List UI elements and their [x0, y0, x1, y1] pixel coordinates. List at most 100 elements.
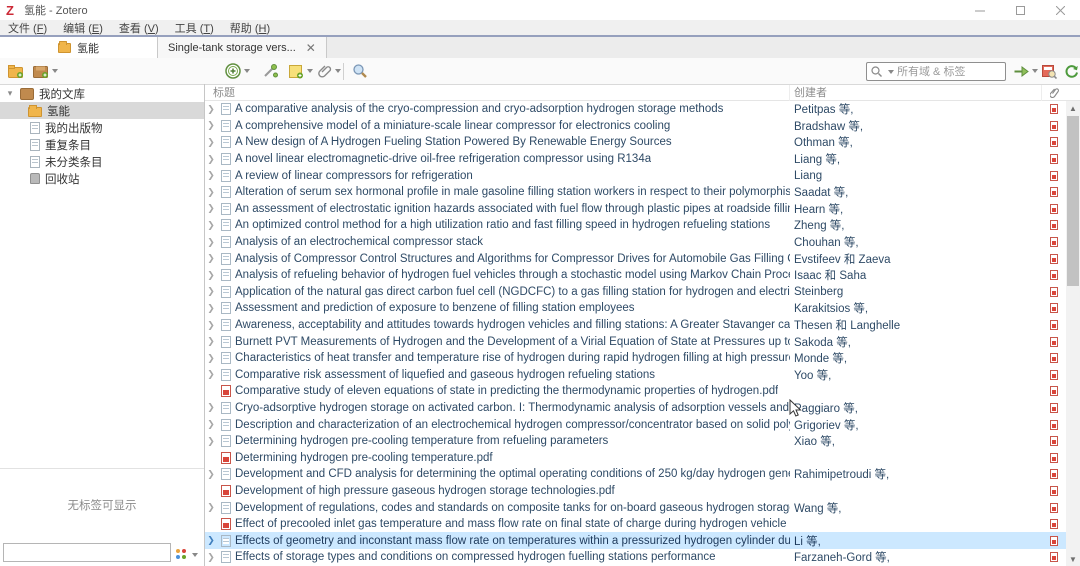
item-row[interactable]: ❯ Effects of storage types and condition… — [205, 549, 1080, 566]
menu-item[interactable]: 帮助 (H) — [222, 20, 278, 36]
item-row[interactable]: ❯ Assessment and prediction of exposure … — [205, 300, 1080, 317]
pdf-attachment-icon — [1050, 353, 1058, 363]
item-row[interactable]: ❯ Development of regulations, codes and … — [205, 499, 1080, 516]
item-row[interactable]: ❯ Cryo-adsorptive hydrogen storage on ac… — [205, 400, 1080, 417]
row-expand-chevron-icon[interactable]: ❯ — [205, 402, 217, 413]
item-row[interactable]: ❯ Development and CFD analysis for deter… — [205, 466, 1080, 483]
scrollbar-thumb[interactable] — [1067, 116, 1079, 286]
item-row[interactable]: Development of high pressure gaseous hyd… — [205, 483, 1080, 500]
scroll-down-arrow-icon[interactable]: ▼ — [1066, 552, 1080, 566]
add-by-identifier-button[interactable] — [262, 62, 278, 80]
row-expand-chevron-icon[interactable]: ❯ — [205, 535, 217, 546]
collections-pane: ▾ 我的文库 氢能 我的出版物 重复条目 未分类条目 回收站 无标签可显示 — [0, 85, 204, 566]
item-row[interactable]: ❯ A novel linear electromagnetic-drive o… — [205, 151, 1080, 168]
item-row[interactable]: ❯ Alteration of serum sex hormonal profi… — [205, 184, 1080, 201]
column-header-title[interactable]: 标题 — [205, 85, 790, 101]
row-expand-chevron-icon[interactable]: ❯ — [205, 104, 217, 115]
item-row[interactable]: Determining hydrogen pre-cooling tempera… — [205, 449, 1080, 466]
row-expand-chevron-icon[interactable]: ❯ — [205, 369, 217, 380]
expand-chevron-icon[interactable]: ▾ — [5, 88, 15, 99]
sidebar-item-icon — [30, 173, 40, 184]
row-expand-chevron-icon[interactable]: ❯ — [205, 203, 217, 214]
item-row[interactable]: ❯ A New design of A Hydrogen Fueling Sta… — [205, 134, 1080, 151]
sidebar-item-氢能[interactable]: 氢能 — [0, 102, 204, 119]
maximize-button[interactable] — [1000, 0, 1040, 20]
search-scope-caret-icon[interactable] — [888, 70, 894, 74]
row-expand-chevron-icon[interactable]: ❯ — [205, 469, 217, 480]
search-box[interactable] — [866, 62, 1006, 81]
item-type-icon — [221, 419, 231, 431]
close-button[interactable] — [1040, 0, 1080, 20]
row-expand-chevron-icon[interactable]: ❯ — [205, 154, 217, 165]
row-expand-chevron-icon[interactable]: ❯ — [205, 502, 217, 513]
item-row[interactable]: Comparative study of eleven equations of… — [205, 383, 1080, 400]
sidebar-item-重复条目[interactable]: 重复条目 — [0, 136, 204, 153]
row-expand-chevron-icon[interactable]: ❯ — [205, 120, 217, 131]
new-note-button[interactable] — [288, 62, 313, 80]
new-library-button[interactable] — [33, 62, 58, 80]
search-input[interactable] — [897, 66, 1001, 78]
item-row[interactable]: ❯ Effects of geometry and inconstant mas… — [205, 532, 1080, 549]
item-row[interactable]: ❯ Application of the natural gas direct … — [205, 284, 1080, 301]
item-row[interactable]: ❯ Description and characterization of an… — [205, 416, 1080, 433]
row-expand-chevron-icon[interactable]: ❯ — [205, 187, 217, 198]
item-row[interactable]: ❯ Awareness, acceptability and attitudes… — [205, 317, 1080, 334]
row-expand-chevron-icon[interactable]: ❯ — [205, 303, 217, 314]
row-expand-chevron-icon[interactable]: ❯ — [205, 336, 217, 347]
item-title: Cryo-adsorptive hydrogen storage on acti… — [235, 402, 790, 414]
tab[interactable]: Single-tank storage vers... ✕ — [158, 37, 327, 58]
tag-selector-options-button[interactable] — [176, 549, 198, 560]
menu-item[interactable]: 工具 (T) — [167, 20, 222, 36]
row-expand-chevron-icon[interactable]: ❯ — [205, 552, 217, 563]
row-expand-chevron-icon[interactable]: ❯ — [205, 320, 217, 331]
item-row[interactable]: ❯ Analysis of an electrochemical compres… — [205, 234, 1080, 251]
tab-close-icon[interactable]: ✕ — [306, 42, 316, 54]
menu-item[interactable]: 编辑 (E) — [55, 20, 111, 36]
locate-button[interactable] — [1014, 62, 1038, 80]
advanced-search-button[interactable] — [352, 62, 368, 80]
tab[interactable]: 氢能 ✕ — [0, 37, 158, 58]
column-header-creator[interactable]: 创建者 — [790, 85, 1042, 101]
row-expand-chevron-icon[interactable]: ❯ — [205, 270, 217, 281]
item-row[interactable]: ❯ An assessment of electrostatic ignitio… — [205, 201, 1080, 218]
sync-button[interactable] — [1064, 62, 1079, 80]
minimize-button[interactable] — [960, 0, 1000, 20]
item-row[interactable]: ❯ A comparative analysis of the cryo-com… — [205, 101, 1080, 118]
item-type-icon — [221, 468, 231, 480]
row-expand-chevron-icon[interactable]: ❯ — [205, 253, 217, 264]
tag-filter-input[interactable] — [3, 543, 171, 562]
scroll-up-arrow-icon[interactable]: ▲ — [1066, 101, 1080, 115]
row-expand-chevron-icon[interactable]: ❯ — [205, 353, 217, 364]
new-collection-button[interactable] — [8, 62, 24, 80]
item-row[interactable]: ❯ A comprehensive model of a miniature-s… — [205, 118, 1080, 135]
item-row[interactable]: ❯ Analysis of refueling behavior of hydr… — [205, 267, 1080, 284]
item-row[interactable]: ❯ An optimized control method for a high… — [205, 217, 1080, 234]
item-row[interactable]: ❯ Determining hydrogen pre-cooling tempe… — [205, 433, 1080, 450]
item-creator: Liang 等, — [790, 151, 1042, 167]
item-row[interactable]: Effect of precooled inlet gas temperatur… — [205, 516, 1080, 533]
sidebar-item-回收站[interactable]: 回收站 — [0, 170, 204, 187]
menu-item[interactable]: 查看 (V) — [111, 20, 167, 36]
sidebar-item-我的出版物[interactable]: 我的出版物 — [0, 119, 204, 136]
item-row[interactable]: ❯ Analysis of Compressor Control Structu… — [205, 250, 1080, 267]
library-lookup-icon[interactable] — [1041, 62, 1057, 80]
row-expand-chevron-icon[interactable]: ❯ — [205, 286, 217, 297]
sidebar-item-my-library[interactable]: ▾ 我的文库 — [0, 85, 204, 102]
row-expand-chevron-icon[interactable]: ❯ — [205, 419, 217, 430]
add-attachment-button[interactable] — [318, 62, 341, 80]
row-expand-chevron-icon[interactable]: ❯ — [205, 137, 217, 148]
row-expand-chevron-icon[interactable]: ❯ — [205, 436, 217, 447]
row-expand-chevron-icon[interactable]: ❯ — [205, 170, 217, 181]
item-row[interactable]: ❯ A review of linear compressors for ref… — [205, 167, 1080, 184]
new-item-button[interactable] — [225, 62, 250, 80]
row-expand-chevron-icon[interactable]: ❯ — [205, 220, 217, 231]
item-row[interactable]: ❯ Comparative risk assessment of liquefi… — [205, 367, 1080, 384]
column-header-attachment[interactable] — [1042, 87, 1066, 99]
vertical-scrollbar[interactable]: ▲ ▼ — [1066, 101, 1080, 566]
item-creator: Petitpas 等, — [790, 101, 1042, 117]
menu-item[interactable]: 文件 (F) — [0, 20, 55, 36]
item-row[interactable]: ❯ Characteristics of heat transfer and t… — [205, 350, 1080, 367]
sidebar-item-未分类条目[interactable]: 未分类条目 — [0, 153, 204, 170]
item-row[interactable]: ❯ Burnett PVT Measurements of Hydrogen a… — [205, 333, 1080, 350]
row-expand-chevron-icon[interactable]: ❯ — [205, 237, 217, 248]
